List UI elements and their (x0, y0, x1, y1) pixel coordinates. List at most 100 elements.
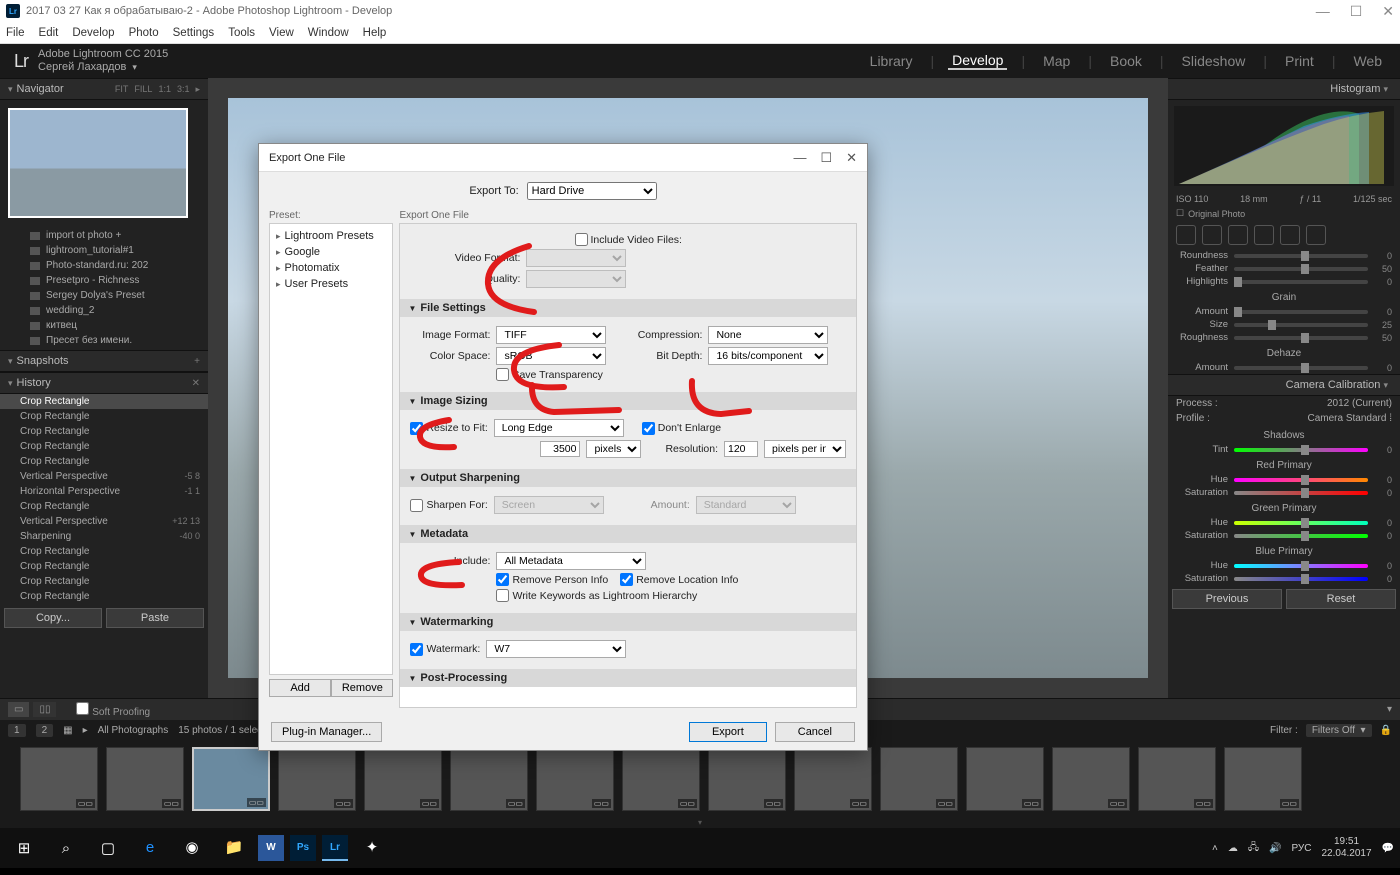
module-slideshow[interactable]: Slideshow (1178, 53, 1250, 69)
metadata-header[interactable]: ▼Metadata (400, 525, 856, 543)
history-item[interactable]: Crop Rectangle (0, 394, 208, 409)
filmstrip-thumb[interactable]: ▭▭ (708, 747, 786, 811)
history-item[interactable]: Vertical Perspective-5 8 (0, 469, 208, 484)
grid-view-icon[interactable]: ▦ (63, 725, 72, 736)
add-preset-button[interactable]: Add (269, 679, 331, 697)
preset-item[interactable]: Sergey Dolya's Preset (0, 288, 208, 303)
before-after-icon[interactable]: ▯▯ (33, 702, 56, 717)
monitor-1-button[interactable]: 1 (8, 724, 26, 737)
redeye-tool-icon[interactable] (1228, 225, 1248, 245)
filmstrip-thumb[interactable]: ▭▭ (1138, 747, 1216, 811)
color-space-select[interactable]: sRGB (496, 347, 606, 365)
histogram-header[interactable]: Histogram ▾ (1168, 78, 1400, 100)
tray-language[interactable]: РУС (1291, 843, 1311, 854)
explorer-app-icon[interactable]: 📁 (216, 832, 252, 864)
loupe-view-icon[interactable]: ▭ (8, 702, 29, 717)
minimize-button[interactable]: — (1316, 3, 1330, 20)
paste-button[interactable]: Paste (106, 608, 204, 628)
filmstrip-thumb[interactable]: ▭▭ (1052, 747, 1130, 811)
user-dropdown[interactable]: Сергей Лахардов (38, 61, 168, 74)
green-hue-slider[interactable] (1234, 521, 1368, 525)
process-value[interactable]: 2012 (Current) (1327, 398, 1392, 409)
history-item[interactable]: Vertical Perspective+12 13 (0, 514, 208, 529)
history-header[interactable]: ▾History✕ (0, 372, 208, 394)
history-item[interactable]: Horizontal Perspective-1 1 (0, 484, 208, 499)
resolution-input[interactable] (724, 441, 758, 457)
nav-fill[interactable]: FILL (134, 84, 152, 95)
module-library[interactable]: Library (866, 53, 917, 69)
histogram-graph[interactable] (1174, 106, 1394, 186)
history-item[interactable]: Crop Rectangle (0, 574, 208, 589)
red-hue-slider[interactable] (1234, 478, 1368, 482)
copy-button[interactable]: Copy... (4, 608, 102, 628)
history-item[interactable]: Sharpening-40 0 (0, 529, 208, 544)
menu-settings[interactable]: Settings (173, 27, 215, 39)
edge-app-icon[interactable]: e (132, 832, 168, 864)
nav-more[interactable]: ▸ (195, 84, 200, 95)
metadata-include-select[interactable]: All Metadata (496, 552, 646, 570)
watermark-checkbox[interactable] (410, 643, 423, 656)
history-item[interactable]: Crop Rectangle (0, 559, 208, 574)
image-sizing-header[interactable]: ▼Image Sizing (400, 392, 856, 410)
preset-item[interactable]: wedding_2 (0, 303, 208, 318)
dialog-maximize-icon[interactable]: ☐ (820, 150, 832, 166)
filmstrip[interactable]: ▭▭ ▭▭ ▭▭ ▭▭ ▭▭ ▭▭ ▭▭ ▭▭ ▭▭ ▭▭ ▭▭ ▭▭ ▭▭ ▭… (0, 740, 1400, 818)
history-item[interactable]: Crop Rectangle (0, 454, 208, 469)
history-item[interactable]: Crop Rectangle (0, 439, 208, 454)
resolution-unit-select[interactable]: pixels per inch (764, 440, 846, 458)
tray-network-icon[interactable]: 🖧 (1248, 840, 1259, 857)
brush-tool-icon[interactable] (1306, 225, 1326, 245)
export-to-select[interactable]: Hard Drive (527, 182, 657, 200)
history-item[interactable]: Crop Rectangle (0, 424, 208, 439)
dialog-titlebar[interactable]: Export One File — ☐ ✕ (259, 144, 867, 172)
menu-photo[interactable]: Photo (129, 27, 159, 39)
include-video-checkbox[interactable] (575, 233, 588, 246)
preset-item[interactable]: Пресет без имени. (0, 333, 208, 348)
module-map[interactable]: Map (1039, 53, 1074, 69)
size-unit-select[interactable]: pixels (586, 440, 641, 458)
module-web[interactable]: Web (1349, 53, 1386, 69)
remove-loc-checkbox[interactable] (620, 573, 633, 586)
output-sharpening-header[interactable]: ▼Output Sharpening (400, 469, 856, 487)
tray-volume-icon[interactable]: 🔊 (1269, 843, 1281, 854)
lightroom-app-icon[interactable]: Lr (322, 835, 348, 861)
green-sat-slider[interactable] (1234, 534, 1368, 538)
compression-select[interactable]: None (708, 326, 828, 344)
filmstrip-thumb[interactable]: ▭▭ (20, 747, 98, 811)
feather-slider[interactable] (1234, 267, 1368, 271)
toolbar-menu-icon[interactable]: ▾ (1387, 704, 1392, 715)
size-input[interactable] (540, 441, 580, 457)
filmstrip-thumb[interactable]: ▭▭ (106, 747, 184, 811)
menu-window[interactable]: Window (308, 27, 349, 39)
preset-node[interactable]: Lightroom Presets (270, 228, 392, 244)
remove-person-checkbox[interactable] (496, 573, 509, 586)
nav-fit[interactable]: FIT (115, 84, 129, 95)
camera-calibration-header[interactable]: Camera Calibration ▾ (1168, 374, 1400, 396)
preset-node[interactable]: User Presets (270, 276, 392, 292)
preset-item[interactable]: lightroom_tutorial#1 (0, 243, 208, 258)
menu-file[interactable]: File (6, 27, 25, 39)
task-view-icon[interactable]: ▢ (90, 832, 126, 864)
grain-roughness-slider[interactable] (1234, 336, 1368, 340)
filter-lock-icon[interactable]: 🔒 (1380, 725, 1392, 736)
history-item[interactable]: Crop Rectangle (0, 409, 208, 424)
filmstrip-thumb[interactable]: ▭▭ (966, 747, 1044, 811)
post-processing-header[interactable]: ▼Post-Processing (400, 669, 856, 687)
resize-select[interactable]: Long Edge (494, 419, 624, 437)
preset-item[interactable]: Photo-standard.ru: 202 (0, 258, 208, 273)
filmstrip-thumb[interactable]: ▭▭ (364, 747, 442, 811)
history-item[interactable]: Crop Rectangle (0, 499, 208, 514)
plugin-manager-button[interactable]: Plug-in Manager... (271, 722, 382, 742)
previous-button[interactable]: Previous (1172, 589, 1282, 609)
filmstrip-thumb[interactable]: ▭▭ (1224, 747, 1302, 811)
navigator-header[interactable]: ▾Navigator FIT FILL 1:1 3:1 ▸ (0, 78, 208, 100)
blue-sat-slider[interactable] (1234, 577, 1368, 581)
history-item[interactable]: Crop Rectangle (0, 589, 208, 604)
spot-tool-icon[interactable] (1202, 225, 1222, 245)
navigator-thumbnail[interactable] (8, 108, 188, 218)
save-transparency-checkbox[interactable] (496, 368, 509, 381)
snapshots-header[interactable]: ▾Snapshots+ (0, 350, 208, 372)
dialog-minimize-icon[interactable]: — (793, 150, 806, 166)
grain-size-slider[interactable] (1234, 323, 1368, 327)
filter-select[interactable]: Filters Off ▾ (1306, 724, 1372, 737)
